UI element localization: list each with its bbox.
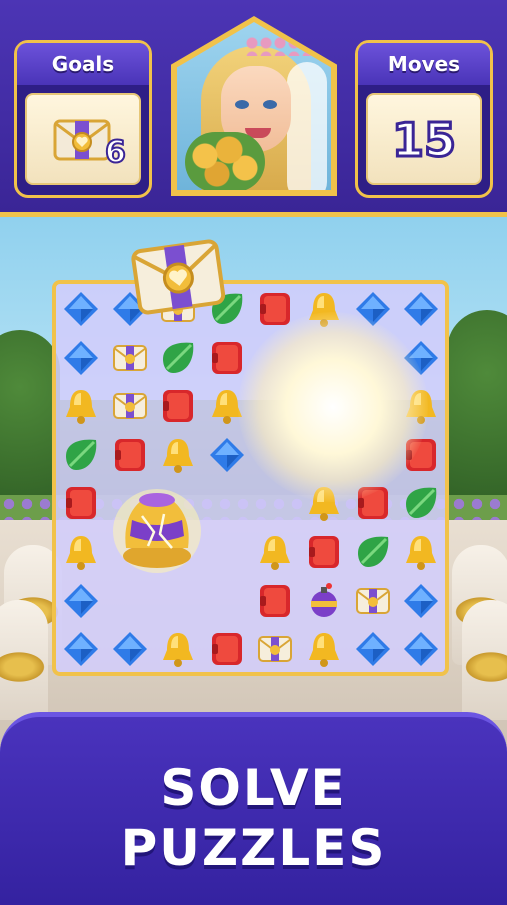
board-cell[interactable] xyxy=(203,479,251,527)
book-gem-icon xyxy=(211,341,242,374)
explosion-effect xyxy=(238,312,428,502)
goals-panel: Goals 6 xyxy=(14,40,152,198)
diamond-gem-icon xyxy=(404,583,439,618)
bell-gem-icon xyxy=(66,390,96,425)
promo-line-2: PUZZLES xyxy=(120,819,387,877)
board-cell[interactable] xyxy=(251,528,299,576)
diamond-gem-icon xyxy=(64,340,98,375)
board-cell[interactable] xyxy=(57,285,105,333)
bell-gem-icon xyxy=(66,536,96,570)
diamond-gem-icon xyxy=(404,292,439,326)
diamond-gem-icon xyxy=(404,632,439,667)
promo-footer: SOLVE PUZZLES xyxy=(0,712,507,905)
board-cell[interactable] xyxy=(57,625,105,673)
bell-gem-icon xyxy=(406,536,437,570)
wedding-chair xyxy=(462,600,507,720)
book-gem-icon xyxy=(66,487,96,520)
bell-gem-icon xyxy=(163,633,194,668)
board-cell[interactable] xyxy=(106,625,154,673)
board-cell[interactable] xyxy=(57,528,105,576)
bell-gem-icon xyxy=(163,438,194,473)
board-cell[interactable] xyxy=(57,334,105,382)
book-gem-icon xyxy=(211,633,242,666)
character-portrait xyxy=(171,16,337,196)
board-cell[interactable] xyxy=(57,479,105,527)
board-cell[interactable] xyxy=(106,334,154,382)
leaf-gem-icon xyxy=(357,536,388,567)
leaf-gem-icon xyxy=(163,342,194,373)
moves-body: 15 xyxy=(366,93,482,185)
goals-body: 6 xyxy=(25,93,141,185)
magic-jar-icon[interactable] xyxy=(112,476,202,576)
book-gem-icon xyxy=(260,584,291,617)
diamond-gem-icon xyxy=(209,437,244,472)
moves-panel: Moves 15 xyxy=(355,40,493,198)
board-cell[interactable] xyxy=(349,528,397,576)
board-cell[interactable] xyxy=(300,577,348,625)
board-cell[interactable] xyxy=(57,577,105,625)
board-cell[interactable] xyxy=(397,625,445,673)
bouquet xyxy=(185,132,265,190)
board-cell[interactable] xyxy=(300,625,348,673)
moves-label: Moves xyxy=(358,43,490,85)
board-cell[interactable] xyxy=(397,528,445,576)
board-cell[interactable] xyxy=(154,431,202,479)
wedding-chair xyxy=(0,600,48,720)
board-cell[interactable] xyxy=(300,528,348,576)
board-cell[interactable] xyxy=(154,577,202,625)
board-cell[interactable] xyxy=(349,577,397,625)
bell-gem-icon xyxy=(260,536,291,570)
leaf-gem-icon xyxy=(406,488,437,519)
diamond-gem-icon xyxy=(64,292,98,326)
board-cell[interactable] xyxy=(57,382,105,430)
envelope-heart-icon xyxy=(53,119,111,161)
bride-avatar xyxy=(177,22,331,190)
board-cell[interactable] xyxy=(154,382,202,430)
book-gem-icon xyxy=(163,390,194,423)
board-cell[interactable] xyxy=(154,625,202,673)
board-cell[interactable] xyxy=(251,625,299,673)
envelope-gem-icon xyxy=(112,393,147,420)
goal-count: 6 xyxy=(104,134,127,171)
board-cell[interactable] xyxy=(106,577,154,625)
board-cell[interactable] xyxy=(106,382,154,430)
moves-value: 15 xyxy=(390,112,457,169)
board-cell[interactable] xyxy=(397,285,445,333)
board-cell[interactable] xyxy=(203,528,251,576)
level-header: Goals 6 Moves 15 xyxy=(0,0,507,217)
envelope-gem-icon xyxy=(258,636,293,663)
bomb-gem-icon xyxy=(311,582,337,617)
board-cell[interactable] xyxy=(154,334,202,382)
book-gem-icon xyxy=(114,438,145,471)
hedge-right xyxy=(447,310,507,520)
board-cell[interactable] xyxy=(57,431,105,479)
board-cell[interactable] xyxy=(203,577,251,625)
board-cell[interactable] xyxy=(397,479,445,527)
board-cell[interactable] xyxy=(251,577,299,625)
hedge-left xyxy=(0,330,60,520)
leaf-gem-icon xyxy=(66,439,97,470)
diamond-gem-icon xyxy=(112,632,147,667)
book-gem-icon xyxy=(309,536,339,568)
envelope-gem-icon xyxy=(112,344,147,371)
board-cell[interactable] xyxy=(106,431,154,479)
board-cell[interactable] xyxy=(397,577,445,625)
envelope-gem-icon xyxy=(355,587,390,614)
board-cell[interactable] xyxy=(349,625,397,673)
diamond-gem-icon xyxy=(355,632,390,667)
flying-envelope-icon xyxy=(131,239,226,315)
diamond-gem-icon xyxy=(64,632,98,667)
promo-line-1: SOLVE xyxy=(160,759,347,817)
board-cell[interactable] xyxy=(203,625,251,673)
goals-label: Goals xyxy=(17,43,149,85)
bell-gem-icon xyxy=(309,633,339,668)
diamond-gem-icon xyxy=(64,583,98,618)
